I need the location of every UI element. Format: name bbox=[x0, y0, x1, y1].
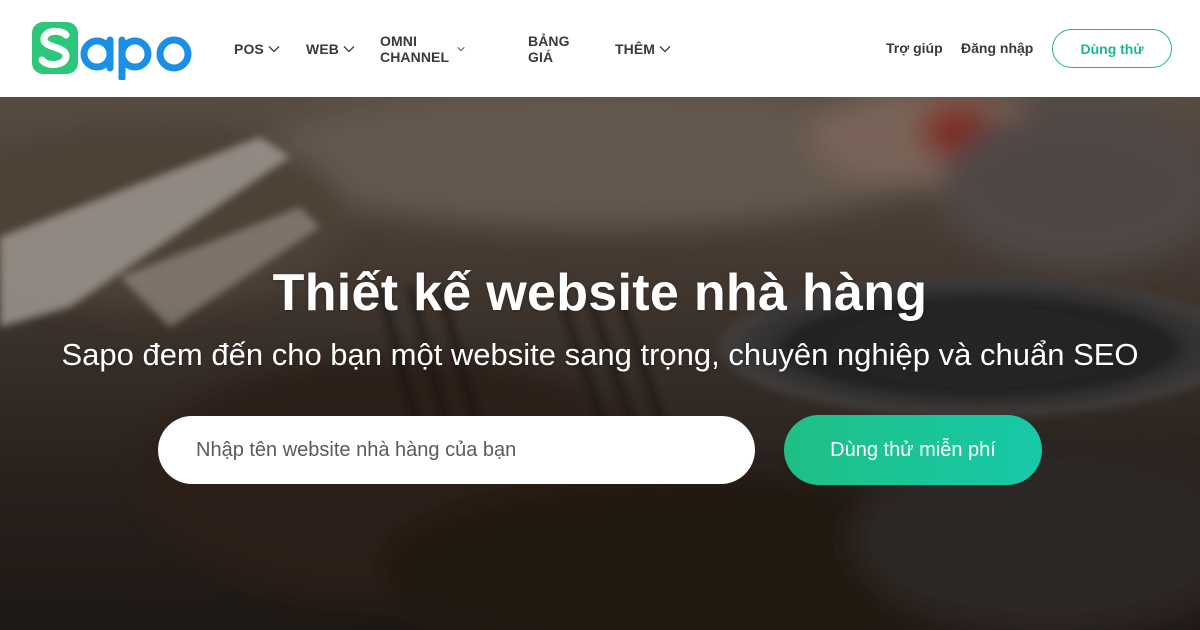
login-link[interactable]: Đăng nhập bbox=[961, 40, 1033, 56]
trial-button[interactable]: Dùng thử bbox=[1052, 29, 1172, 68]
hero-subtitle: Sapo đem đến cho bạn một website sang tr… bbox=[61, 337, 1139, 372]
site-header: POS WEB OMNI CHANNEL BẢNG GIÁ THÊM Trợ g… bbox=[0, 0, 1200, 97]
help-link[interactable]: Trợ giúp bbox=[886, 40, 943, 56]
hero-title: Thiết kế website nhà hàng bbox=[272, 264, 928, 322]
free-trial-button[interactable]: Dùng thử miễn phí bbox=[784, 415, 1042, 485]
hero-section: Thiết kế website nhà hàng Sapo đem đến c… bbox=[0, 97, 1200, 630]
website-name-input[interactable] bbox=[158, 416, 755, 484]
header-actions: Trợ giúp Đăng nhập Dùng thử bbox=[0, 0, 1200, 97]
